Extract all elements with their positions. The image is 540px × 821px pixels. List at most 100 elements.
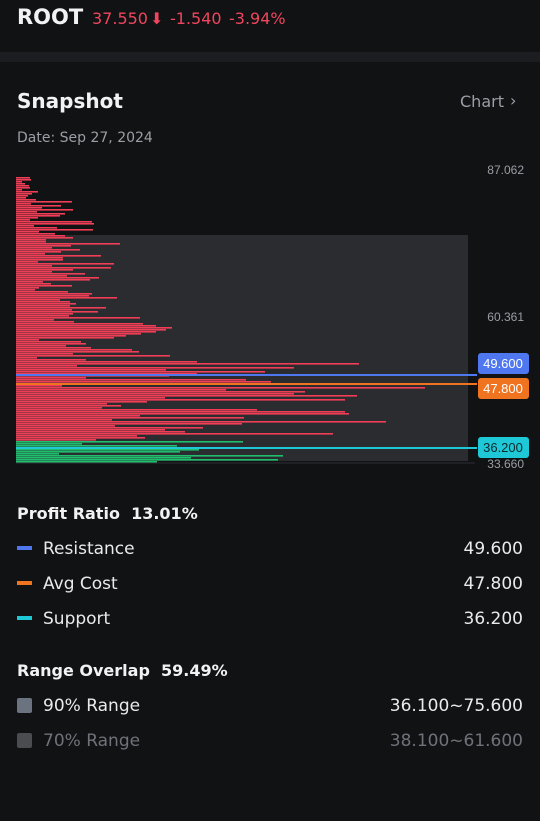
profit-bar [16,221,92,223]
profit-bar [16,425,115,427]
avg-cost-tag-value: 47.800 [483,381,523,396]
profit-bar [16,353,73,355]
chip-distribution-chart: 87.062 60.361 33.660 49.600 47.800 36.20… [16,163,529,471]
support-label: Support [43,609,111,629]
resistance-label: Resistance [43,539,135,559]
profit-bar [16,191,38,193]
profit-bar [16,201,72,203]
profit-bar [16,329,166,331]
profit-bar [16,251,61,253]
profit-bar [16,195,28,197]
profit-bar [16,265,52,267]
profit-bar [16,407,102,409]
chevron-right-icon[interactable]: › [510,91,516,110]
loss-bar [16,441,243,443]
profit-bar [16,391,305,393]
profit-bar [16,379,246,381]
loss-bar [16,451,180,453]
profit-bar [16,361,197,363]
chart-link[interactable]: Chart [460,92,504,111]
profit-bar [16,217,38,219]
profit-bar [16,395,357,397]
price-label-low: 33.660 [487,457,524,471]
profit-bar [16,239,46,241]
profit-bar [16,411,345,413]
profit-bar [16,429,165,431]
profit-bar [16,343,86,345]
avg-cost-label: Avg Cost [43,574,118,594]
profit-bar [16,389,226,391]
avg-cost-swatch [17,581,32,585]
profit-bar [16,237,73,239]
profit-bar [16,179,31,181]
profit-bar [16,287,39,289]
quote-header: ROOT 37.550 ⬇ -1.540 -3.94% [0,0,540,52]
loss-bar [16,461,157,463]
resistance-swatch [17,546,32,550]
profit-bar [16,193,32,195]
profit-bar [16,315,69,317]
profit-ratio: Profit Ratio 13.01% [17,504,198,523]
profit-bar [16,435,137,437]
profit-bar [16,207,42,209]
profit-bar [16,219,30,221]
profit-bar [16,215,60,217]
range-90-value: 36.100~75.600 [389,696,523,716]
profit-bar [16,241,46,243]
profit-bar [16,331,156,333]
profit-bar [16,261,38,263]
profit-bar [16,385,62,387]
profit-bar [16,271,52,273]
profit-bar [16,205,61,207]
profit-bar [16,285,72,287]
profit-bar [16,397,165,399]
profit-bar [16,437,145,439]
profit-bar [16,365,77,367]
profit-bar [16,181,22,183]
profit-ratio-label: Profit Ratio [17,504,120,523]
profit-bar [16,233,55,235]
profit-bar [16,421,386,423]
profit-bar [16,363,359,365]
profit-bar [16,419,112,421]
profit-bar [16,345,66,347]
profit-bar [16,417,244,419]
profit-bar [16,351,139,353]
profit-bar [16,291,68,293]
profit-bar [16,387,425,389]
profit-bar [16,253,45,255]
loss-bar [16,457,191,459]
profit-bar [16,313,73,315]
range-overlap-value: 59.49% [161,661,228,680]
profit-bar [16,263,114,265]
profit-bar [16,439,96,441]
profit-bar [16,401,147,403]
section-divider [0,52,540,62]
loss-bar [16,445,177,447]
last-price: 37.550 [92,9,148,28]
profit-bar [16,327,172,329]
profit-bar [16,317,140,319]
profit-bar [16,335,126,337]
profit-bar [16,371,265,373]
range-90-swatch [17,698,32,713]
profit-bar [16,393,294,395]
profit-bar [16,279,90,281]
profit-ratio-value: 13.01% [131,504,198,523]
profit-bar [16,277,99,279]
profit-bar [16,341,81,343]
profit-bar [16,225,34,227]
profit-bar [16,307,106,309]
profit-bar [16,321,74,323]
range-70-label: 70% Range [43,731,141,751]
range-overlap: Range Overlap 59.49% [17,661,228,680]
section-title: Snapshot [17,89,123,113]
profit-bar [16,349,132,351]
profit-bar [16,199,36,201]
range-overlap-label: Range Overlap [17,661,150,680]
profit-bar [16,333,141,335]
profit-bar [16,381,271,383]
resistance-tag-value: 49.600 [483,356,523,371]
profit-bar [16,203,31,205]
profit-bar [16,283,51,285]
